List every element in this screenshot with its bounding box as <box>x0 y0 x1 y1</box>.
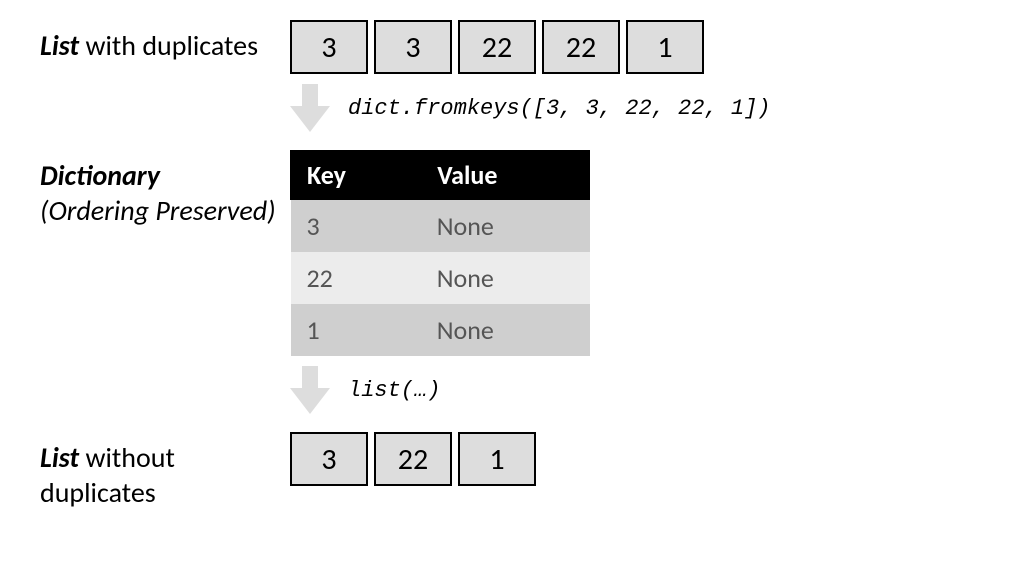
cell-key: 22 <box>291 252 421 304</box>
cell-value: None <box>421 252 590 304</box>
code-list: list(…) <box>348 378 440 403</box>
label-list-with-duplicates: List with duplicates <box>40 20 290 63</box>
label-list2-bold: List <box>40 440 79 475</box>
arrow-down-icon <box>290 84 330 132</box>
label-dict-sub: (Ordering Preserved) <box>40 193 276 228</box>
list-item: 1 <box>458 432 536 486</box>
label-list-bold: List <box>40 28 79 63</box>
list-item: 22 <box>542 20 620 74</box>
table-row: 22 None <box>291 252 590 304</box>
list-item: 22 <box>374 432 452 486</box>
cell-value: None <box>421 200 590 253</box>
cell-value: None <box>421 304 590 356</box>
list-with-duplicates: 3 3 22 22 1 <box>290 20 984 74</box>
label-dict-bold: Dictionary <box>40 158 160 193</box>
list-item: 1 <box>626 20 704 74</box>
list-item: 3 <box>290 20 368 74</box>
table-row: 1 None <box>291 304 590 356</box>
list-item: 22 <box>458 20 536 74</box>
label-list-rest: with duplicates <box>79 28 258 63</box>
label-dictionary: Dictionary (Ordering Preserved) <box>40 150 290 228</box>
list-item: 3 <box>290 432 368 486</box>
table-row: 3 None <box>291 200 590 253</box>
table-header-value: Value <box>421 151 590 200</box>
list-item: 3 <box>374 20 452 74</box>
table-header-key: Key <box>291 151 421 200</box>
arrow-down-icon <box>290 366 330 414</box>
dictionary-table: Key Value 3 None 22 None 1 None <box>290 150 590 356</box>
cell-key: 3 <box>291 200 421 253</box>
cell-key: 1 <box>291 304 421 356</box>
list-without-duplicates: 3 22 1 <box>290 432 984 486</box>
label-list-without-duplicates: List without duplicates <box>40 432 290 510</box>
code-fromkeys: dict.fromkeys([3, 3, 22, 22, 1]) <box>348 96 770 121</box>
